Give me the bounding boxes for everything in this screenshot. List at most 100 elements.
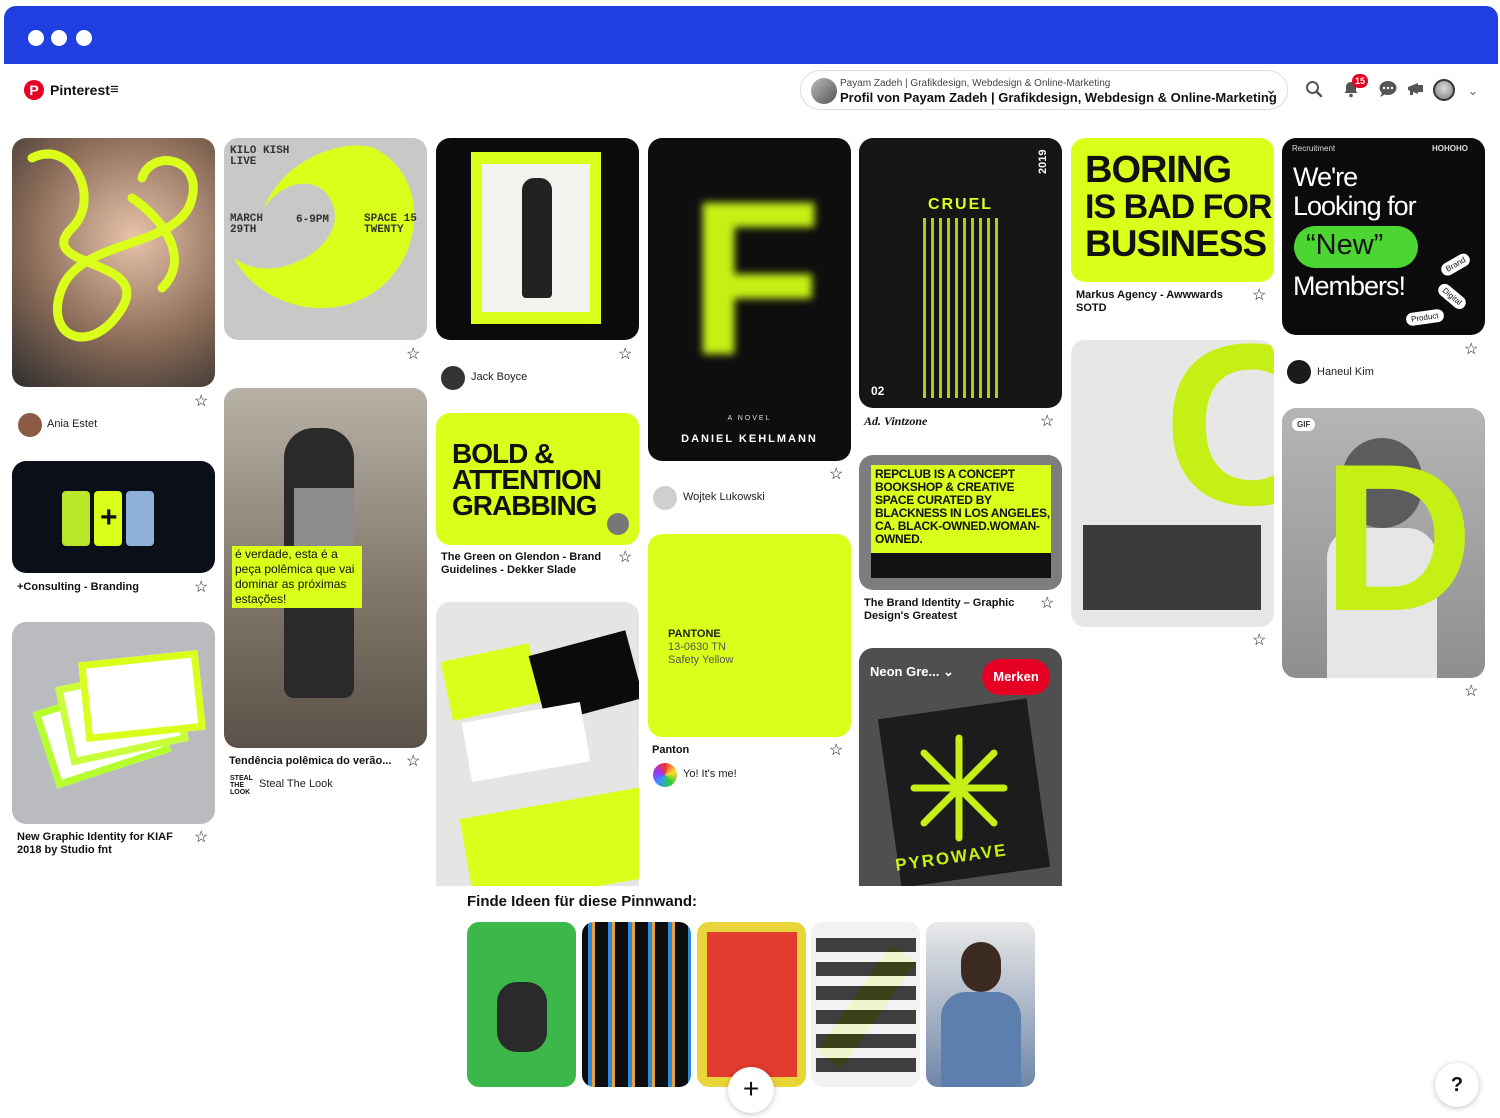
pin-image-fashion[interactable]: é verdade, esta é a peça polêmica que va… <box>224 388 427 748</box>
save-star-icon[interactable]: ☆ <box>194 580 208 596</box>
poster-letter: F <box>688 155 823 401</box>
poster-letter: C <box>1163 340 1274 553</box>
pin-user-name[interactable]: Jack Boyce <box>471 371 527 383</box>
avatar[interactable] <box>1433 79 1455 101</box>
idea-thumbnail[interactable] <box>582 922 691 1087</box>
idea-thumbnail[interactable] <box>467 922 576 1087</box>
save-star-icon[interactable]: ☆ <box>1040 596 1054 612</box>
overlay-text: BOLD & ATTENTION GRABBING <box>452 438 602 521</box>
pin-user-name[interactable]: Steal The Look <box>259 778 333 790</box>
pin-image-recruitment[interactable]: Recruitment HOHOHO We're Looking for “Ne… <box>1282 138 1485 335</box>
pin-image-letter-c[interactable]: C <box>1071 340 1274 627</box>
poster-year: 2019 <box>1037 149 1049 174</box>
hamburger-icon[interactable]: ≡ <box>110 81 119 98</box>
pin-user-name[interactable]: Ania Estet <box>47 418 97 430</box>
brand-name[interactable]: Pinterest <box>50 82 110 98</box>
save-star-icon[interactable]: ☆ <box>194 394 208 410</box>
avatar[interactable] <box>18 413 42 437</box>
poster-word: CRUEL <box>927 196 994 213</box>
pin-title[interactable]: +Consulting - Branding <box>17 581 187 594</box>
pantone-code: 13-0630 TN <box>668 641 726 653</box>
avatar <box>811 78 837 104</box>
chat-icon[interactable] <box>1377 80 1399 102</box>
save-star-icon[interactable]: ☆ <box>406 754 420 770</box>
avatar[interactable] <box>653 486 677 510</box>
save-star-icon[interactable]: ☆ <box>194 830 208 846</box>
avatar[interactable] <box>441 366 465 390</box>
pin-title[interactable]: Ad. Vintzone <box>864 415 927 428</box>
overlay-text: é verdade, esta é a peça polêmica que va… <box>232 546 362 608</box>
profile-switcher[interactable]: Payam Zadeh | Grafikdesign, Webdesign & … <box>800 70 1288 110</box>
pin-title[interactable]: New Graphic Identity for KIAF 2018 by St… <box>17 831 187 857</box>
pin-image-letter-d[interactable]: D GIF <box>1282 408 1485 678</box>
pin-title[interactable]: Markus Agency - Awwwards SOTD <box>1076 289 1241 315</box>
chevron-down-icon[interactable]: ⌄ <box>1462 80 1484 102</box>
pin-title[interactable]: Tendência polêmica do verão... <box>229 755 399 768</box>
avatar[interactable] <box>653 763 677 787</box>
notification-badge: 15 <box>1352 74 1369 88</box>
add-button[interactable]: + <box>728 1067 774 1113</box>
window-dot-minimize[interactable] <box>51 30 67 46</box>
save-star-icon[interactable]: ☆ <box>1464 684 1478 700</box>
save-star-icon[interactable]: ☆ <box>618 347 632 363</box>
poster-line: Members! <box>1293 271 1406 301</box>
pin-image-bold-attention[interactable]: BOLD & ATTENTION GRABBING <box>436 413 639 545</box>
profile-subtitle: Payam Zadeh | Grafikdesign, Webdesign & … <box>840 78 1111 89</box>
poster-tag: Digital <box>1435 281 1469 312</box>
save-button[interactable]: Merken <box>982 659 1050 695</box>
pin-image-kiaf[interactable] <box>12 622 215 824</box>
save-star-icon[interactable]: ☆ <box>1040 414 1054 430</box>
search-icon[interactable] <box>1303 80 1325 102</box>
save-star-icon[interactable]: ☆ <box>1464 342 1478 358</box>
megaphone-icon[interactable] <box>1405 80 1427 102</box>
ideas-heading: Finde Ideen für diese Pinnwand: <box>467 893 698 910</box>
pin-image-mama-coca[interactable] <box>436 602 639 886</box>
idea-thumbnail[interactable] <box>697 922 806 1087</box>
poster-line: “New” <box>1306 229 1384 261</box>
poster-line: We're <box>1293 162 1358 192</box>
poster-line: LIVE <box>230 156 257 168</box>
pin-user-name[interactable]: Haneul Kim <box>1317 366 1374 378</box>
pin-image-portrait[interactable] <box>12 138 215 387</box>
pin-title[interactable]: Panton <box>652 744 689 757</box>
browser-title-bar <box>4 6 1498 64</box>
save-star-icon[interactable]: ☆ <box>829 743 843 759</box>
gif-badge: GIF <box>1292 418 1316 431</box>
pin-image-boring[interactable]: BORING IS BAD FOR BUSINESS <box>1071 138 1274 282</box>
pin-image-repclub[interactable]: REPCLUB IS A CONCEPT BOOKSHOP & CREATIVE… <box>859 455 1062 590</box>
idea-thumbnail[interactable] <box>811 922 920 1087</box>
save-star-icon[interactable]: ☆ <box>829 467 843 483</box>
save-star-icon[interactable]: ☆ <box>406 347 420 363</box>
save-star-icon[interactable]: ☆ <box>618 550 632 566</box>
pinterest-logo-icon[interactable]: P <box>24 80 44 100</box>
pin-title[interactable]: The Brand Identity – Graphic Design's Gr… <box>864 597 1034 623</box>
poster-tag: Brand <box>1438 251 1473 278</box>
poster-line: TWENTY <box>364 224 404 236</box>
pin-title[interactable]: The Green on Glendon - Brand Guidelines … <box>441 551 611 577</box>
pin-user-name[interactable]: Wojtek Lukowski <box>683 491 765 503</box>
pin-image-cruel[interactable]: CRUEL 2019 02 <box>859 138 1062 408</box>
idea-thumbnail[interactable] <box>926 922 1035 1087</box>
pin-image-novel[interactable]: F A NOVEL DANIEL KEHLMANN <box>648 138 851 461</box>
avatar[interactable] <box>1287 360 1311 384</box>
poster-line: BORING <box>1085 149 1232 191</box>
overlay-text: REPCLUB IS A CONCEPT BOOKSHOP & CREATIVE… <box>875 467 1050 546</box>
pin-image-consulting[interactable]: + <box>12 461 215 573</box>
board-selector[interactable]: Neon Gre... ⌄ <box>870 664 954 680</box>
save-star-icon[interactable]: ☆ <box>1252 633 1266 649</box>
pin-image-kilo-kish[interactable]: KILO KISH LIVE MARCH 29TH 6-9PM SPACE 15 TW… <box>224 138 427 340</box>
pin-user-name[interactable]: Yo! It's me! <box>683 768 737 780</box>
window-dot-close[interactable] <box>28 30 44 46</box>
save-star-icon[interactable]: ☆ <box>1252 288 1266 304</box>
poster-tag: HOHOHO <box>1432 144 1468 153</box>
poster-line: BUSINESS <box>1085 223 1267 264</box>
steal-the-look-logo: STEAL THE LOOK <box>230 775 253 796</box>
chevron-down-icon: ⌄ <box>1265 81 1277 97</box>
pin-image-jacket[interactable] <box>436 138 639 340</box>
help-button[interactable]: ? <box>1435 1063 1479 1107</box>
pantone-name: Safety Yellow <box>668 654 734 666</box>
poster-line: IS BAD FOR <box>1085 188 1272 226</box>
window-dot-maximize[interactable] <box>76 30 92 46</box>
poster-tag: Recruitment <box>1292 144 1336 153</box>
pin-image-pantone[interactable]: PANTONE 13-0630 TN Safety Yellow <box>648 534 851 737</box>
